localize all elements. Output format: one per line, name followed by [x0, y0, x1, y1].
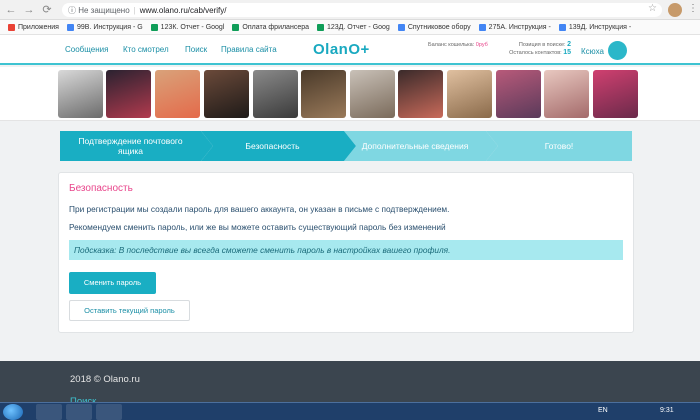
profile-photo[interactable]	[350, 70, 395, 118]
step-security: Безопасность	[245, 141, 300, 151]
keep-password-button[interactable]: Оставить текущий пароль	[69, 300, 190, 321]
menu-dots-icon[interactable]: ⋮	[688, 3, 698, 14]
address-bar[interactable]: ⓘ Не защищено | www.olano.ru/cab/verify/	[62, 3, 662, 17]
site-header: Сообщения Кто смотрел Поиск Правила сайт…	[0, 35, 700, 65]
bookmark-item[interactable]: 123Д. Отчет - Goog	[317, 23, 390, 31]
profile-photo[interactable]	[496, 70, 541, 118]
url-text: www.olano.ru/cab/verify/	[139, 5, 227, 15]
bookmark-apps[interactable]: Приложения	[8, 23, 59, 31]
bookmarks-bar: Приложения 99В. Инструкция - G 123К. Отч…	[0, 20, 700, 35]
step-email: Подтверждение почтового ящика	[78, 136, 183, 156]
nav-messages[interactable]: Сообщения	[65, 45, 108, 54]
bookmark-item[interactable]: Спутниковое обору	[397, 23, 471, 31]
browser-toolbar: ← → ⟳ ⓘ Не защищено | www.olano.ru/cab/v…	[0, 0, 700, 20]
password-recommend-text: Рекомендуем сменить пароль, или же вы мо…	[69, 222, 446, 232]
sheet-icon	[317, 23, 324, 31]
apps-grid-icon	[8, 23, 15, 31]
taskbar: EN 9:31	[0, 402, 700, 420]
profile-photo[interactable]	[58, 70, 103, 118]
doc-icon	[558, 23, 566, 31]
profile-photo[interactable]	[398, 70, 443, 118]
bookmark-item[interactable]: 275А. Инструкция -	[478, 23, 551, 31]
nav-rules[interactable]: Правила сайта	[221, 45, 277, 54]
profile-photo[interactable]	[593, 70, 638, 118]
wallet-balance[interactable]: Баланс кошелька: 0руб	[428, 42, 488, 48]
bookmark-item[interactable]: 99В. Инструкция - G	[66, 23, 143, 31]
reload-icon[interactable]: ⟳	[40, 3, 54, 17]
change-password-button[interactable]: Сменить пароль	[69, 272, 156, 294]
site-logo[interactable]: OlanO+	[313, 41, 370, 58]
profile-photo[interactable]	[106, 70, 151, 118]
forward-icon[interactable]: →	[22, 3, 36, 17]
user-avatar[interactable]	[608, 41, 627, 60]
security-card: Безопасность При регистрации мы создали …	[58, 172, 634, 333]
bookmark-item[interactable]: 123К. Отчет - Googl	[150, 23, 224, 31]
site-footer: 2018 © Olano.ru Поиск	[0, 361, 700, 407]
nav-visitors[interactable]: Кто смотрел	[123, 45, 169, 54]
user-name[interactable]: Ксюха	[581, 47, 604, 56]
profile-photo[interactable]	[253, 70, 298, 118]
explorer-taskbar-icon[interactable]	[66, 404, 92, 420]
card-title: Безопасность	[69, 183, 133, 194]
start-button-icon[interactable]	[3, 404, 23, 420]
profile-photo[interactable]	[301, 70, 346, 118]
back-icon[interactable]: ←	[4, 3, 18, 17]
doc-icon	[478, 23, 486, 31]
chrome-taskbar-icon[interactable]	[36, 404, 62, 420]
app-taskbar-icon[interactable]	[96, 404, 122, 420]
search-stats: Позиция в поиске: 2 Осталось контактов: …	[509, 41, 571, 56]
profile-photo[interactable]	[544, 70, 589, 118]
profile-photo[interactable]	[155, 70, 200, 118]
registration-steps: Подтверждение почтового ящика Безопаснос…	[60, 131, 632, 161]
info-icon: ⓘ	[68, 5, 79, 15]
language-indicator[interactable]: EN	[598, 407, 608, 414]
profile-photo[interactable]	[447, 70, 492, 118]
security-label: Не защищено	[78, 5, 130, 15]
step-done: Готово!	[544, 141, 574, 151]
bookmark-star-icon[interactable]: ☆	[648, 3, 657, 14]
profile-photo[interactable]	[204, 70, 249, 118]
nav-search[interactable]: Поиск	[185, 45, 207, 54]
bookmark-item[interactable]: 139Д. Инструкция -	[558, 23, 631, 31]
password-info-text: При регистрации мы создали пароль для ва…	[69, 204, 450, 214]
copyright: 2018 © Olano.ru	[70, 374, 140, 385]
doc-icon	[66, 23, 74, 31]
profile-avatar-icon[interactable]	[668, 3, 682, 17]
clock[interactable]: 9:31	[660, 407, 674, 414]
hint-box: Подсказка: В последствие вы всегда сможе…	[69, 240, 623, 260]
step-details: Дополнительные сведения	[361, 141, 469, 151]
sheet-icon	[232, 23, 240, 31]
sheet-icon	[150, 23, 158, 31]
doc-icon	[397, 23, 405, 31]
photo-strip	[0, 67, 700, 121]
bookmark-item[interactable]: Оплата фрилансера	[232, 23, 309, 31]
